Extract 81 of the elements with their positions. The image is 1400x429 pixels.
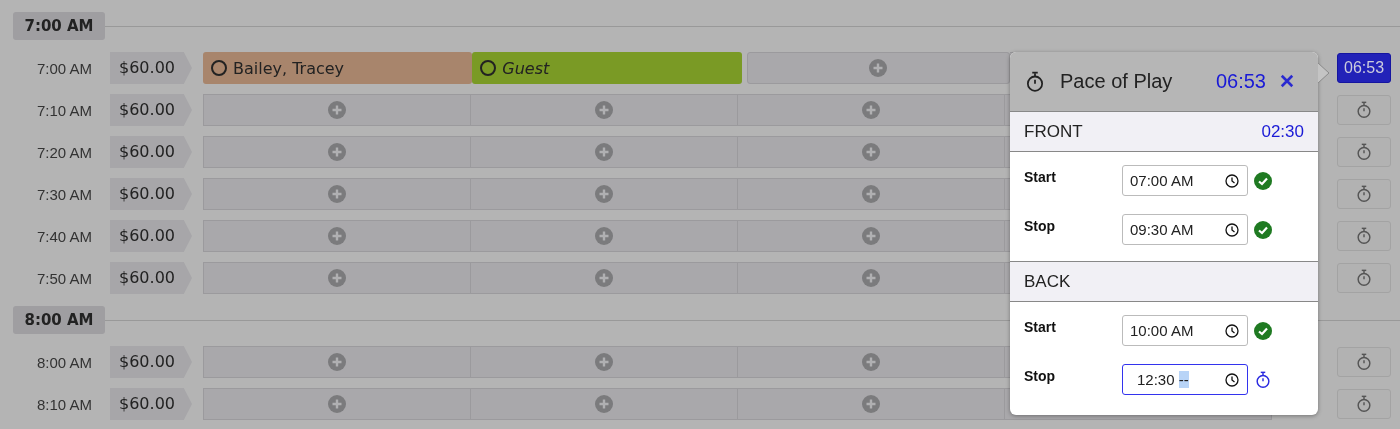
price-tag: $60.00 <box>110 262 192 294</box>
time-field[interactable]: 07:00 AM <box>1122 165 1248 196</box>
close-icon <box>1280 73 1294 88</box>
hour-label: 8:00 AM <box>13 306 105 334</box>
tee-time: 7:40 AM <box>35 227 92 245</box>
guest-booking[interactable]: Guest <box>472 52 742 84</box>
stopwatch-icon <box>1355 395 1373 413</box>
tee-time: 7:00 AM <box>35 59 92 77</box>
price-tag: $60.00 <box>110 52 192 84</box>
add-icon <box>862 395 880 413</box>
add-icon <box>862 185 880 203</box>
timer-button[interactable] <box>1337 179 1391 209</box>
section-name: FRONT <box>1024 121 1083 142</box>
timer-button[interactable]: 06:53 <box>1337 53 1391 83</box>
price-tag: $60.00 <box>110 94 192 126</box>
clock-icon <box>1225 323 1239 338</box>
timer-button[interactable] <box>1337 347 1391 377</box>
check-icon <box>1254 221 1272 239</box>
popover-title: Pace of Play <box>1060 70 1174 93</box>
add-icon <box>862 143 880 161</box>
time-field[interactable]: 12:30 -- <box>1122 364 1248 395</box>
timer-button[interactable] <box>1337 389 1391 419</box>
add-icon <box>328 353 346 371</box>
timer-button[interactable] <box>1337 263 1391 293</box>
field-label: Stop <box>1024 217 1057 234</box>
stopwatch-icon <box>1355 143 1373 161</box>
add-icon <box>328 101 346 119</box>
field-label: Start <box>1024 168 1057 185</box>
timer-button[interactable] <box>1337 137 1391 167</box>
add-icon <box>328 143 346 161</box>
price-tag: $60.00 <box>110 388 192 420</box>
add-icon <box>328 185 346 203</box>
tee-time: 7:30 AM <box>35 185 92 203</box>
tee-time: 8:00 AM <box>35 353 92 371</box>
stopwatch-icon <box>1355 101 1373 119</box>
add-icon <box>328 395 346 413</box>
stopwatch-icon <box>1355 269 1373 287</box>
add-icon <box>595 143 613 161</box>
time-field[interactable]: 09:30 AM <box>1122 214 1248 245</box>
player-booking[interactable]: Bailey, Tracey <box>203 52 473 84</box>
check-icon <box>1254 172 1272 190</box>
field-label: Stop <box>1024 367 1057 384</box>
clock-icon <box>1225 173 1239 188</box>
add-icon <box>595 269 613 287</box>
add-icon <box>328 227 346 245</box>
section-time: 02:30 <box>1261 121 1304 142</box>
stopwatch-icon <box>1355 227 1373 245</box>
price-tag: $60.00 <box>110 136 192 168</box>
stopwatch-icon <box>1254 371 1272 389</box>
add-icon <box>862 269 880 287</box>
add-icon <box>595 395 613 413</box>
price-tag: $60.00 <box>110 220 192 252</box>
elapsed-time: 06:53 <box>1215 70 1266 93</box>
add-icon <box>328 269 346 287</box>
add-icon <box>595 353 613 371</box>
add-icon <box>595 185 613 203</box>
check-icon <box>1254 322 1272 340</box>
price-tag: $60.00 <box>110 178 192 210</box>
add-icon <box>595 227 613 245</box>
hour-label: 7:00 AM <box>13 12 105 40</box>
field-label: Start <box>1024 318 1057 335</box>
tee-time: 7:10 AM <box>35 101 92 119</box>
timer-button[interactable] <box>1337 95 1391 125</box>
add-icon <box>862 227 880 245</box>
tee-time: 7:20 AM <box>35 143 92 161</box>
time-field[interactable]: 10:00 AM <box>1122 315 1248 346</box>
stopwatch-icon <box>1355 353 1373 371</box>
timer-button[interactable] <box>1337 221 1391 251</box>
add-icon <box>595 101 613 119</box>
add-icon <box>862 101 880 119</box>
add-icon <box>869 59 888 77</box>
stopwatch-icon <box>1024 70 1046 93</box>
section-name: BACK <box>1024 271 1071 292</box>
close-button[interactable] <box>1280 73 1296 90</box>
tee-time: 7:50 AM <box>35 269 92 287</box>
clock-icon <box>1225 372 1239 387</box>
clock-icon <box>1225 222 1239 237</box>
stopwatch-icon <box>1355 185 1373 203</box>
tee-time: 8:10 AM <box>35 395 92 413</box>
add-icon <box>862 353 880 371</box>
price-tag: $60.00 <box>110 346 192 378</box>
